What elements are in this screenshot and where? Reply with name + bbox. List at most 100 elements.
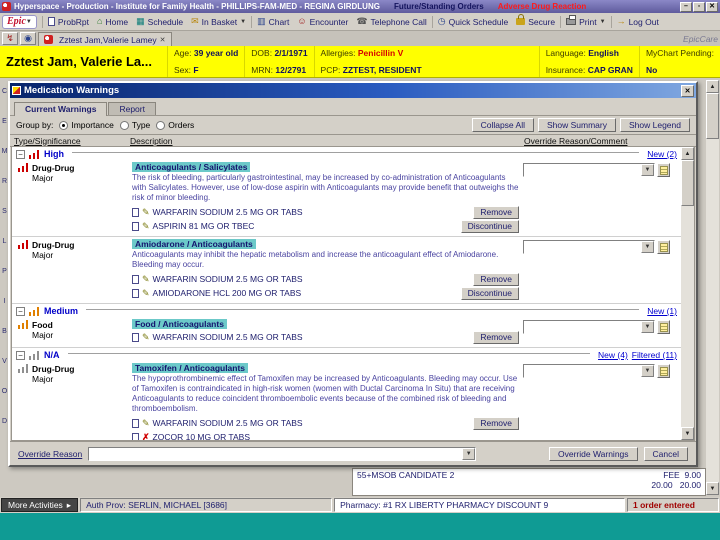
new-filter-link[interactable]: New (2) — [647, 149, 677, 159]
note-icon — [659, 242, 668, 252]
radio-type[interactable]: Type — [119, 120, 150, 130]
remove-med-button[interactable]: Remove — [473, 272, 519, 286]
order-doc-icon[interactable] — [132, 332, 139, 342]
edit-order-icon[interactable]: ✎ — [142, 332, 150, 343]
tab-report[interactable]: Report — [108, 102, 156, 115]
toolbar-schedule-button[interactable]: ▦ Schedule — [132, 14, 187, 30]
patient-tab[interactable]: Zztest Jam,Valerie Lamey ✕ — [38, 32, 172, 46]
patient-tab-bar: ↯ ◉ Zztest Jam,Valerie Lamey ✕ EpicCare — [0, 31, 720, 46]
edit-order-icon[interactable]: ✎ — [142, 418, 150, 429]
warning-title-link[interactable]: Anticoagulants / Salicylates — [132, 162, 251, 172]
filtered-link[interactable]: Filtered (11) — [632, 350, 677, 360]
override-warnings-button[interactable]: Override Warnings — [548, 446, 638, 461]
col-type-header[interactable]: Type/Significance — [10, 136, 130, 146]
scrollbar-thumb[interactable] — [706, 93, 719, 139]
tab-current-warnings[interactable]: Current Warnings — [14, 102, 108, 116]
col-override-header[interactable]: Override Reason/Comment — [524, 136, 696, 146]
remove-med-button[interactable]: Remove — [473, 330, 519, 344]
show-legend-button[interactable]: Show Legend — [620, 118, 690, 132]
epic-menu-button[interactable]: Epic ▼ — [2, 14, 37, 29]
toolbar-label: Secure — [528, 16, 556, 27]
toolbar-probrpt-button[interactable]: ProbRpt — [44, 14, 93, 30]
workspace-scrollbar[interactable]: ▲ ▼ — [706, 80, 719, 495]
order-doc-icon[interactable] — [132, 221, 139, 231]
warning-title-link[interactable]: Tamoxifen / Anticoagulants — [132, 363, 249, 373]
radio-importance[interactable]: Importance — [59, 120, 114, 130]
orders-entered-status[interactable]: 1 order entered — [627, 498, 719, 512]
edit-order-icon[interactable]: ✎ — [142, 274, 150, 285]
scroll-down-icon[interactable]: ▼ — [706, 482, 719, 495]
toolbar-home-button[interactable]: ⌂ Home — [93, 14, 132, 30]
toolbar-print-button[interactable]: Print ▼ — [562, 14, 609, 30]
show-summary-button[interactable]: Show Summary — [538, 118, 616, 132]
dialog-tabs: Current Warnings Report — [10, 98, 696, 116]
warning-type: Food — [32, 320, 53, 330]
scroll-up-icon[interactable]: ▲ — [706, 80, 719, 93]
toolbar-chart-button[interactable]: ▥ Chart — [253, 14, 293, 30]
warning-title-link[interactable]: Food / Anticoagulants — [132, 319, 227, 329]
edit-order-icon[interactable]: ✎ — [142, 221, 150, 232]
pharmacy-field[interactable]: Pharmacy: #1 RX LIBERTY PHARMACY DISCOUN… — [334, 498, 625, 512]
comment-button[interactable] — [657, 320, 670, 334]
group-by-row: Group by: Importance Type Orders Collaps… — [10, 115, 696, 134]
dialog-titlebar[interactable]: Medication Warnings ✕ — [10, 83, 696, 98]
collapse-section-icon[interactable]: − — [16, 306, 25, 316]
severity-icon — [18, 320, 29, 329]
toolbar-logout-button[interactable]: → Log Out — [613, 14, 663, 30]
toolbar-quick-schedule-button[interactable]: ◷ Quick Schedule — [434, 14, 512, 30]
comment-button[interactable] — [657, 240, 670, 254]
warning-title-link[interactable]: Amiodarone / Anticoagulants — [132, 239, 256, 249]
future-standing-orders-alert[interactable]: Future/Standing Orders — [394, 2, 484, 11]
minimize-button[interactable]: – — [680, 1, 692, 12]
comment-button[interactable] — [657, 364, 670, 378]
cancel-button[interactable]: Cancel — [643, 446, 688, 461]
toolbar-inbasket-button[interactable]: ✉ In Basket ▼ — [187, 14, 250, 30]
scroll-down-icon[interactable]: ▼ — [681, 427, 694, 440]
order-doc-icon[interactable] — [132, 274, 139, 284]
scrollbar-thumb[interactable] — [681, 160, 694, 206]
more-activities-button[interactable]: More Activities ▸ — [1, 498, 79, 512]
comment-button[interactable] — [657, 163, 670, 177]
toolbar-secure-button[interactable]: Secure — [512, 14, 559, 30]
edit-order-icon[interactable]: ✎ — [142, 207, 150, 218]
remove-med-button[interactable]: Remove — [473, 205, 519, 219]
maximize-button[interactable]: ▫ — [693, 1, 705, 12]
order-doc-icon[interactable] — [132, 432, 139, 440]
edit-order-icon[interactable]: ✎ — [142, 288, 150, 299]
toolbar-telephone-call-button[interactable]: ☎ Telephone Call — [352, 14, 430, 30]
override-reason-select[interactable]: ▼ — [523, 240, 655, 254]
remove-med-button[interactable]: Remove — [473, 416, 519, 430]
discontinue-med-button[interactable]: Discontinue — [460, 219, 519, 233]
dialog-scrollbar[interactable]: ▲ ▼ — [681, 147, 694, 440]
patient-age-sex: Age: 39 year old Sex: F — [168, 46, 246, 77]
warnings-body: − High New (2) Drug-Drug Major Anticoagul… — [11, 147, 695, 441]
override-reason-select[interactable]: ▼ — [523, 163, 655, 177]
med-name: AMIODARONE HCL 200 MG OR TABS — [152, 288, 302, 298]
toolbar-label: Home — [105, 16, 129, 27]
adverse-drug-reaction-alert[interactable]: Adverse Drug Reaction — [498, 2, 586, 11]
radio-orders[interactable]: Orders — [156, 120, 194, 130]
dialog-close-button[interactable]: ✕ — [681, 84, 694, 97]
collapse-section-icon[interactable]: − — [16, 149, 25, 159]
scroll-up-icon[interactable]: ▲ — [681, 147, 694, 160]
override-reason-select[interactable]: ▼ — [523, 320, 655, 334]
dob-value: 2/1/1971 — [274, 48, 308, 58]
nav-globe-button[interactable]: ◉ — [20, 32, 36, 45]
discontinue-med-button[interactable]: Discontinue — [460, 286, 519, 300]
override-reason-select[interactable]: ▼ — [523, 364, 655, 378]
close-tab-icon[interactable]: ✕ — [160, 36, 166, 44]
close-button[interactable]: ✕ — [706, 1, 718, 12]
order-doc-icon[interactable] — [132, 207, 139, 217]
toolbar-encounter-button[interactable]: ☺ Encounter — [293, 14, 352, 30]
col-description-header[interactable]: Description — [130, 136, 524, 146]
order-doc-icon[interactable] — [132, 288, 139, 298]
toolbar-label: Chart — [268, 16, 290, 27]
nav-bolt-button[interactable]: ↯ — [2, 32, 18, 45]
override-reason-global-select[interactable]: ▼ — [88, 446, 477, 461]
new-filter-link[interactable]: New (1) — [647, 306, 677, 316]
collapse-section-icon[interactable]: − — [16, 350, 25, 360]
new-filter-link[interactable]: New (4) — [598, 350, 628, 360]
auth-prov-field: Auth Prov: SERLIN, MICHAEL [3686] — [80, 498, 333, 512]
order-doc-icon[interactable] — [132, 418, 139, 428]
collapse-all-button[interactable]: Collapse All — [471, 118, 534, 132]
